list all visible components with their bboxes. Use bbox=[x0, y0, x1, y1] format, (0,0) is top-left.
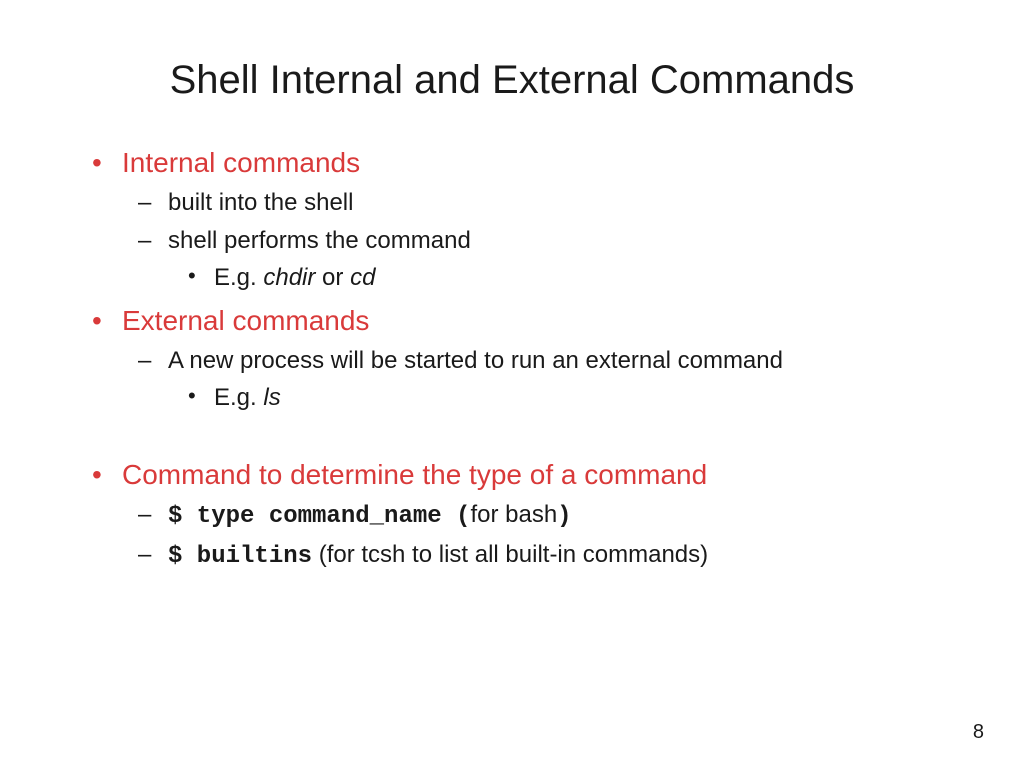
sublist: A new process will be started to run an … bbox=[122, 344, 944, 415]
bullet-label: Internal commands bbox=[122, 147, 360, 178]
sub-bullet-text: shell performs the command bbox=[168, 227, 471, 254]
code-tail: for bash bbox=[470, 501, 557, 528]
example-prefix: E.g. bbox=[214, 264, 263, 291]
sub-bullet-code: $ builtins (for tcsh to list all built-i… bbox=[122, 538, 944, 574]
sub-bullet-text: A new process will be started to run an … bbox=[168, 347, 783, 374]
sub-bullet: built into the shell bbox=[122, 186, 944, 220]
code-tail: (for tcsh to list all built-in commands) bbox=[312, 541, 708, 568]
subsublist: E.g. chdir or cd bbox=[168, 261, 944, 295]
sublist: built into the shell shell performs the … bbox=[122, 186, 944, 295]
code-text: $ builtins bbox=[168, 543, 312, 570]
sub-bullet: A new process will be started to run an … bbox=[122, 344, 944, 415]
bullet-determine-type: Command to determine the type of a comma… bbox=[80, 457, 944, 573]
example-bullet: E.g. ls bbox=[168, 381, 944, 415]
sub-bullet-code: $ type command_name (for bash) bbox=[122, 498, 944, 534]
bullet-label: Command to determine the type of a comma… bbox=[122, 459, 707, 490]
bullet-label: External commands bbox=[122, 305, 369, 336]
example-prefix: E.g. bbox=[214, 384, 263, 411]
page-number: 8 bbox=[973, 721, 984, 744]
example-italic: ls bbox=[263, 384, 280, 411]
bullet-list: Internal commands built into the shell s… bbox=[80, 145, 944, 573]
code-close: ) bbox=[557, 503, 571, 530]
example-italic: chdir bbox=[263, 264, 315, 291]
bullet-external-commands: External commands A new process will be … bbox=[80, 303, 944, 415]
sub-bullet: shell performs the command E.g. chdir or… bbox=[122, 224, 944, 295]
subsublist: E.g. ls bbox=[168, 381, 944, 415]
example-mid: or bbox=[315, 264, 350, 291]
slide-title: Shell Internal and External Commands bbox=[80, 58, 944, 103]
code-text: $ type command_name ( bbox=[168, 503, 470, 530]
example-bullet: E.g. chdir or cd bbox=[168, 261, 944, 295]
slide: Shell Internal and External Commands Int… bbox=[0, 0, 1024, 768]
example-italic: cd bbox=[350, 264, 375, 291]
bullet-internal-commands: Internal commands built into the shell s… bbox=[80, 145, 944, 295]
sublist: $ type command_name (for bash) $ builtin… bbox=[122, 498, 944, 573]
spacer bbox=[80, 423, 944, 451]
